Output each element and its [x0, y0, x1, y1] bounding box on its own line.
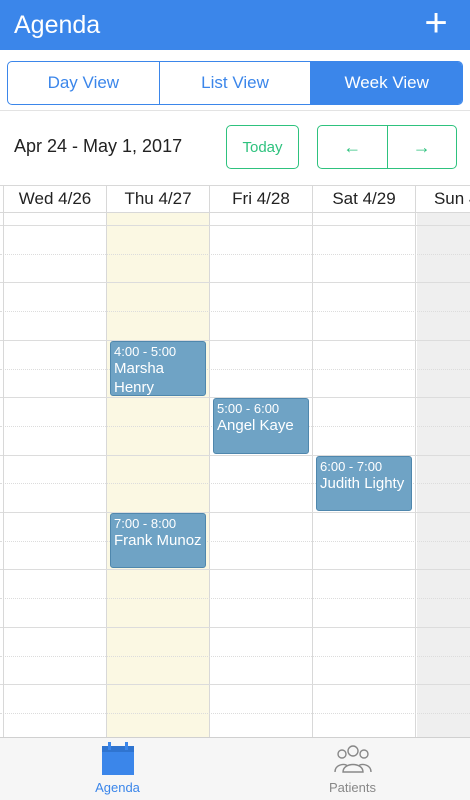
- event-time: 7:00 - 8:00: [114, 516, 177, 531]
- app-header: Agenda +: [0, 0, 470, 50]
- tab-day-view[interactable]: Day View: [8, 62, 160, 104]
- calendar-icon: [101, 742, 134, 775]
- event-time: 4:00 - 5:00: [114, 343, 177, 359]
- calendar-left-border: [3, 186, 4, 737]
- time-slot-line: [0, 569, 470, 571]
- page-title: Agenda: [14, 11, 101, 39]
- appointment-event[interactable]: 5:00 - 6:00 Angel Kaye: [213, 398, 309, 454]
- day-column[interactable]: [417, 213, 470, 737]
- agenda-app: Agenda + Day View List View Week View Ap…: [0, 0, 470, 800]
- header-divider: [0, 212, 470, 213]
- prev-week-button[interactable]: ←: [318, 126, 388, 168]
- patients-icon: [333, 745, 372, 773]
- day-header: Thu 4/27: [107, 186, 210, 212]
- nav-patients-label: Patients: [329, 780, 376, 795]
- event-patient-name: Marsha Henry: [114, 359, 165, 396]
- time-slot-line: [0, 712, 470, 714]
- add-appointment-button[interactable]: +: [420, 3, 452, 43]
- time-slot-line: [0, 655, 470, 657]
- event-patient-name: Frank Munoz: [114, 532, 202, 549]
- tab-week-view[interactable]: Week View: [311, 62, 462, 104]
- date-range-label: Apr 24 - May 1, 2017: [14, 136, 183, 156]
- day-column[interactable]: [210, 213, 313, 737]
- arrow-right-icon: →: [412, 136, 431, 157]
- appointment-event[interactable]: 4:00 - 5:00 Marsha Henry: [110, 340, 206, 397]
- time-slot-line: [0, 253, 470, 255]
- time-slot-line: [0, 540, 470, 542]
- next-week-button[interactable]: →: [388, 126, 457, 168]
- day-header: Fri 4/28: [210, 186, 313, 212]
- time-slot-line: [0, 282, 470, 284]
- day-column[interactable]: [4, 213, 107, 737]
- time-slot-line: [0, 512, 470, 513]
- tab-list-view[interactable]: List View: [160, 62, 312, 104]
- time-slot-line: [0, 598, 470, 600]
- week-calendar[interactable]: Wed 4/26Thu 4/27Fri 4/28Sat 4/29Sun 4/30…: [0, 185, 470, 737]
- time-slot-line: [0, 311, 470, 313]
- today-button[interactable]: Today: [226, 125, 299, 169]
- view-switcher: Day View List View Week View: [7, 61, 463, 105]
- event-patient-name: Judith Lighty: [320, 474, 405, 492]
- event-patient-name: Angel Kaye: [217, 417, 294, 435]
- week-nav-group: ← →: [317, 125, 457, 169]
- event-time: 6:00 - 7:00: [320, 458, 383, 474]
- time-slot-line: [0, 339, 470, 341]
- appointment-event[interactable]: 7:00 - 8:00 Frank Munoz: [110, 513, 206, 569]
- toolbar-divider: [0, 110, 470, 111]
- time-slot-line: [0, 684, 470, 686]
- appointment-event[interactable]: 6:00 - 7:00 Judith Lighty: [316, 455, 412, 511]
- day-column[interactable]: [107, 213, 210, 737]
- nav-agenda[interactable]: Agenda: [0, 738, 235, 800]
- event-time: 5:00 - 6:00: [217, 401, 280, 417]
- day-header: Sun 4/30: [417, 186, 470, 212]
- nav-patients[interactable]: Patients: [235, 738, 470, 800]
- time-slot-line: [0, 626, 470, 628]
- time-slot-line: [0, 225, 470, 226]
- time-slot-line: [0, 368, 470, 370]
- bottom-nav: Agenda Patients: [0, 737, 470, 800]
- arrow-left-icon: ←: [343, 136, 362, 157]
- nav-agenda-label: Agenda: [95, 780, 140, 795]
- day-header: Sat 4/29: [313, 186, 416, 212]
- day-header: Wed 4/26: [4, 186, 107, 212]
